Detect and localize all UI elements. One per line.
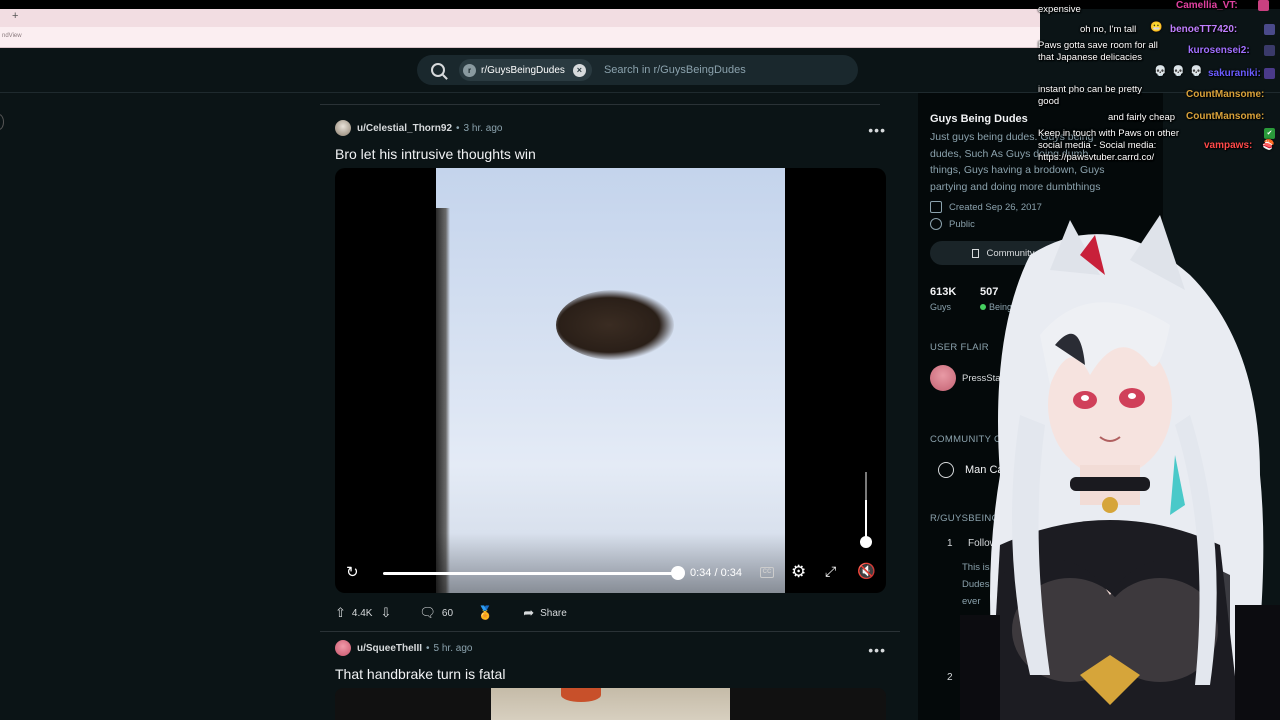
post-media-thumbnail: [491, 688, 730, 720]
cake-icon: [930, 201, 942, 213]
settings-gear-icon[interactable]: ⚙: [791, 562, 806, 582]
share-icon: ➦: [523, 605, 535, 620]
chat-message: instant pho can be pretty: [1038, 84, 1143, 95]
downvote-icon[interactable]: ⇩: [380, 605, 391, 621]
members-count: 613K: [930, 286, 957, 298]
browser-tab-bar: +: [0, 9, 1040, 27]
subreddit-icon: r: [463, 63, 476, 77]
mute-icon[interactable]: 🔇: [857, 562, 876, 580]
video-frame: [436, 168, 785, 593]
chat-message: expensive: [1038, 4, 1081, 15]
comments-button[interactable]: 🗨 60: [419, 601, 453, 625]
chat-message: and fairly cheap: [1108, 112, 1176, 123]
video-progress-handle[interactable]: [671, 566, 685, 580]
comment-icon: 🗨: [419, 605, 436, 620]
chat-username: CountMansome:: [1186, 111, 1265, 122]
chat-bubble-icon: [938, 462, 954, 478]
feed-divider-top: [320, 104, 880, 105]
post-media[interactable]: [335, 688, 886, 720]
members-label: Guys: [930, 302, 952, 312]
video-progress-bar[interactable]: [383, 572, 679, 575]
clear-filter-icon[interactable]: ×: [572, 63, 586, 77]
chat-username: Camellia_VT:: [1176, 0, 1238, 11]
meta-separator: •: [456, 122, 460, 134]
search-icon: [431, 63, 445, 77]
chat-message: social media - Social media:: [1038, 140, 1157, 151]
checkmark-badge-icon: ✔: [1264, 128, 1275, 139]
captions-icon[interactable]: CC: [760, 567, 774, 578]
post-title[interactable]: Bro let his intrusive thoughts win: [335, 146, 886, 162]
chat-username: CountMansome:: [1186, 89, 1265, 100]
created-date: Created Sep 26, 2017: [949, 201, 1042, 213]
post-author[interactable]: u/SqueeTheIII: [357, 643, 422, 654]
post-time: 5 hr. ago: [433, 642, 473, 654]
author-avatar[interactable]: [335, 120, 351, 136]
vtuber-avatar: [960, 215, 1280, 720]
post-time: 3 hr. ago: [463, 122, 503, 134]
vote-group: ⇧ 4.4K ⇩: [335, 601, 397, 625]
video-timecode: 0:34 / 0:34: [690, 567, 742, 579]
chat-username: sakuraniki:: [1208, 68, 1261, 79]
rule-number: 2: [947, 672, 953, 683]
search-bar[interactable]: r r/GuysBeingDudes × Search in r/GuysBei…: [417, 55, 858, 85]
address-text: ndView: [2, 33, 22, 39]
rule-number: 1: [947, 538, 953, 549]
fullscreen-icon[interactable]: ⤢: [825, 563, 836, 580]
community-title: Guys Being Dudes: [930, 113, 1028, 125]
post-title[interactable]: That handbrake turn is fatal: [335, 666, 886, 682]
emote-icon: 💀: [1190, 66, 1203, 77]
post-card[interactable]: u/SqueeTheIII • 5 hr. ago ••• That handb…: [335, 640, 886, 682]
subreddit-chip-label: r/GuysBeingDudes: [481, 64, 565, 76]
emote-icon: 🍣: [1262, 140, 1275, 151]
meta-separator: •: [426, 642, 430, 654]
chat-username: vampaws:: [1204, 140, 1253, 151]
post-card[interactable]: u/Celestial_Thorn92 • 3 hr. ago ••• Bro …: [335, 120, 886, 162]
replay-icon[interactable]: ↻: [346, 563, 359, 581]
search-input[interactable]: Search in r/GuysBeingDudes: [604, 64, 746, 76]
post-divider: [320, 631, 900, 632]
emote-icon: 💀: [1154, 66, 1167, 77]
subreddit-filter-chip[interactable]: r r/GuysBeingDudes ×: [459, 59, 592, 81]
comment-count: 60: [441, 607, 454, 619]
share-button[interactable]: ➦ Share: [523, 601, 567, 625]
globe-icon: [930, 218, 942, 230]
left-nav-edge: [0, 114, 4, 130]
post-meta: u/SqueeTheIII • 5 hr. ago: [335, 640, 886, 656]
author-avatar[interactable]: [335, 640, 351, 656]
chat-message: Paws gotta save room for all: [1038, 40, 1158, 51]
chat-message: that Japanese delicacies: [1038, 52, 1143, 63]
chat-message: https://pawsvtuber.carrd.co/: [1038, 152, 1155, 163]
upvote-icon[interactable]: ⇧: [335, 605, 346, 621]
post-meta: u/Celestial_Thorn92 • 3 hr. ago: [335, 120, 886, 136]
subscriber-badge-icon: [1264, 24, 1275, 35]
stream-chat-overlay: expensive Camellia_VT: oh no, I'm tall 😬…: [1036, 0, 1280, 170]
award-button[interactable]: 🏅: [477, 601, 499, 625]
video-player[interactable]: [335, 168, 886, 593]
post-author[interactable]: u/Celestial_Thorn92: [357, 123, 452, 134]
video-controls: ↻ 0:34 / 0:34 CC ⚙ ⤢ 🔇: [335, 558, 886, 588]
share-label: Share: [540, 607, 567, 619]
chat-message: Keep in touch with Paws on other: [1038, 128, 1180, 139]
chat-username: kurosensei2:: [1188, 45, 1250, 56]
chat-username: benoeTT7420:: [1170, 24, 1238, 35]
post-actions: ⇧ 4.4K ⇩ 🗨 60 🏅 ➦ Share: [335, 601, 575, 625]
chat-message: good: [1038, 96, 1060, 107]
chat-message: oh no, I'm tall: [1080, 24, 1137, 35]
emote-icon: 😬: [1150, 22, 1163, 33]
video-subject: [556, 290, 674, 360]
subscriber-badge-icon: [1264, 68, 1275, 79]
created-date-row: Created Sep 26, 2017: [930, 201, 1042, 213]
award-icon: 🏅: [477, 605, 494, 620]
flair-avatar: [930, 365, 956, 391]
post-more-options-icon[interactable]: •••: [868, 642, 886, 658]
post-more-options-icon[interactable]: •••: [868, 122, 886, 138]
upvote-count: 4.4K: [351, 607, 373, 619]
new-tab-button[interactable]: +: [12, 10, 18, 22]
browser-address-bar[interactable]: ndView: [0, 27, 1040, 48]
emote-icon: 💀: [1172, 66, 1185, 77]
subscriber-badge-icon: [1258, 0, 1269, 11]
subscriber-badge-icon: [1264, 45, 1275, 56]
members-stat: 613K Guys: [930, 286, 956, 312]
volume-slider-handle[interactable]: [860, 536, 872, 548]
